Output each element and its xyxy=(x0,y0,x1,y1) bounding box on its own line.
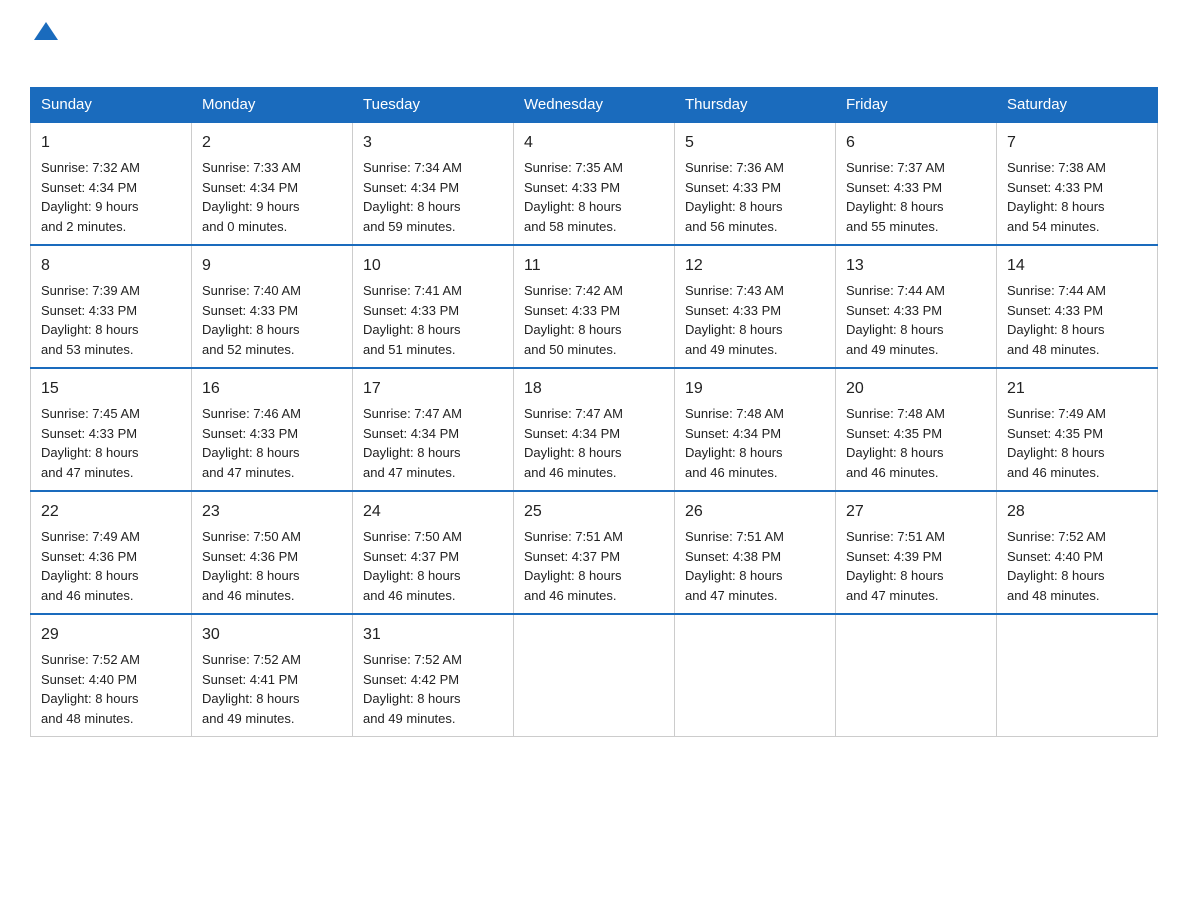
day-number: 5 xyxy=(685,131,825,155)
day-number: 21 xyxy=(1007,377,1147,401)
day-number: 24 xyxy=(363,500,503,524)
day-number: 2 xyxy=(202,131,342,155)
calendar-cell: 23Sunrise: 7:50 AMSunset: 4:36 PMDayligh… xyxy=(192,491,353,614)
day-number: 16 xyxy=(202,377,342,401)
day-number: 18 xyxy=(524,377,664,401)
calendar-cell: 19Sunrise: 7:48 AMSunset: 4:34 PMDayligh… xyxy=(675,368,836,491)
calendar-week-row: 29Sunrise: 7:52 AMSunset: 4:40 PMDayligh… xyxy=(31,614,1158,737)
calendar-cell xyxy=(836,614,997,737)
calendar-cell: 24Sunrise: 7:50 AMSunset: 4:37 PMDayligh… xyxy=(353,491,514,614)
calendar-cell: 4Sunrise: 7:35 AMSunset: 4:33 PMDaylight… xyxy=(514,122,675,245)
calendar-cell: 7Sunrise: 7:38 AMSunset: 4:33 PMDaylight… xyxy=(997,122,1158,245)
calendar-cell xyxy=(997,614,1158,737)
calendar-cell: 6Sunrise: 7:37 AMSunset: 4:33 PMDaylight… xyxy=(836,122,997,245)
day-number: 22 xyxy=(41,500,181,524)
day-number: 14 xyxy=(1007,254,1147,278)
calendar-cell: 30Sunrise: 7:52 AMSunset: 4:41 PMDayligh… xyxy=(192,614,353,737)
day-number: 29 xyxy=(41,623,181,647)
page-header xyxy=(30,20,1158,69)
day-number: 12 xyxy=(685,254,825,278)
calendar-cell: 10Sunrise: 7:41 AMSunset: 4:33 PMDayligh… xyxy=(353,245,514,368)
day-number: 9 xyxy=(202,254,342,278)
calendar-table: SundayMondayTuesdayWednesdayThursdayFrid… xyxy=(30,87,1158,737)
col-header-monday: Monday xyxy=(192,88,353,123)
col-header-wednesday: Wednesday xyxy=(514,88,675,123)
day-number: 13 xyxy=(846,254,986,278)
calendar-week-row: 22Sunrise: 7:49 AMSunset: 4:36 PMDayligh… xyxy=(31,491,1158,614)
day-number: 6 xyxy=(846,131,986,155)
calendar-cell: 5Sunrise: 7:36 AMSunset: 4:33 PMDaylight… xyxy=(675,122,836,245)
calendar-cell: 28Sunrise: 7:52 AMSunset: 4:40 PMDayligh… xyxy=(997,491,1158,614)
calendar-cell: 27Sunrise: 7:51 AMSunset: 4:39 PMDayligh… xyxy=(836,491,997,614)
day-number: 23 xyxy=(202,500,342,524)
day-number: 30 xyxy=(202,623,342,647)
day-number: 3 xyxy=(363,131,503,155)
logo-general xyxy=(30,20,58,38)
calendar-cell: 17Sunrise: 7:47 AMSunset: 4:34 PMDayligh… xyxy=(353,368,514,491)
logo-triangle-icon xyxy=(34,22,58,40)
calendar-header-row: SundayMondayTuesdayWednesdayThursdayFrid… xyxy=(31,88,1158,123)
calendar-cell: 15Sunrise: 7:45 AMSunset: 4:33 PMDayligh… xyxy=(31,368,192,491)
calendar-cell: 11Sunrise: 7:42 AMSunset: 4:33 PMDayligh… xyxy=(514,245,675,368)
calendar-cell: 20Sunrise: 7:48 AMSunset: 4:35 PMDayligh… xyxy=(836,368,997,491)
calendar-cell: 9Sunrise: 7:40 AMSunset: 4:33 PMDaylight… xyxy=(192,245,353,368)
calendar-cell: 31Sunrise: 7:52 AMSunset: 4:42 PMDayligh… xyxy=(353,614,514,737)
calendar-week-row: 8Sunrise: 7:39 AMSunset: 4:33 PMDaylight… xyxy=(31,245,1158,368)
calendar-cell: 29Sunrise: 7:52 AMSunset: 4:40 PMDayligh… xyxy=(31,614,192,737)
calendar-cell: 2Sunrise: 7:33 AMSunset: 4:34 PMDaylight… xyxy=(192,122,353,245)
calendar-cell: 13Sunrise: 7:44 AMSunset: 4:33 PMDayligh… xyxy=(836,245,997,368)
calendar-cell: 3Sunrise: 7:34 AMSunset: 4:34 PMDaylight… xyxy=(353,122,514,245)
calendar-cell: 8Sunrise: 7:39 AMSunset: 4:33 PMDaylight… xyxy=(31,245,192,368)
col-header-tuesday: Tuesday xyxy=(353,88,514,123)
calendar-cell: 1Sunrise: 7:32 AMSunset: 4:34 PMDaylight… xyxy=(31,122,192,245)
day-number: 28 xyxy=(1007,500,1147,524)
day-number: 31 xyxy=(363,623,503,647)
day-number: 4 xyxy=(524,131,664,155)
day-number: 25 xyxy=(524,500,664,524)
col-header-sunday: Sunday xyxy=(31,88,192,123)
col-header-saturday: Saturday xyxy=(997,88,1158,123)
col-header-thursday: Thursday xyxy=(675,88,836,123)
calendar-cell: 21Sunrise: 7:49 AMSunset: 4:35 PMDayligh… xyxy=(997,368,1158,491)
day-number: 20 xyxy=(846,377,986,401)
calendar-week-row: 1Sunrise: 7:32 AMSunset: 4:34 PMDaylight… xyxy=(31,122,1158,245)
day-number: 8 xyxy=(41,254,181,278)
calendar-cell xyxy=(675,614,836,737)
day-number: 1 xyxy=(41,131,181,155)
day-number: 11 xyxy=(524,254,664,278)
day-number: 17 xyxy=(363,377,503,401)
day-number: 15 xyxy=(41,377,181,401)
calendar-cell: 25Sunrise: 7:51 AMSunset: 4:37 PMDayligh… xyxy=(514,491,675,614)
calendar-cell: 14Sunrise: 7:44 AMSunset: 4:33 PMDayligh… xyxy=(997,245,1158,368)
calendar-cell xyxy=(514,614,675,737)
calendar-cell: 16Sunrise: 7:46 AMSunset: 4:33 PMDayligh… xyxy=(192,368,353,491)
calendar-week-row: 15Sunrise: 7:45 AMSunset: 4:33 PMDayligh… xyxy=(31,368,1158,491)
logo xyxy=(30,20,61,69)
calendar-cell: 12Sunrise: 7:43 AMSunset: 4:33 PMDayligh… xyxy=(675,245,836,368)
day-number: 19 xyxy=(685,377,825,401)
day-number: 10 xyxy=(363,254,503,278)
logo-blue-text xyxy=(30,38,59,69)
calendar-cell: 18Sunrise: 7:47 AMSunset: 4:34 PMDayligh… xyxy=(514,368,675,491)
day-number: 27 xyxy=(846,500,986,524)
calendar-cell: 22Sunrise: 7:49 AMSunset: 4:36 PMDayligh… xyxy=(31,491,192,614)
calendar-cell: 26Sunrise: 7:51 AMSunset: 4:38 PMDayligh… xyxy=(675,491,836,614)
day-number: 26 xyxy=(685,500,825,524)
col-header-friday: Friday xyxy=(836,88,997,123)
day-number: 7 xyxy=(1007,131,1147,155)
